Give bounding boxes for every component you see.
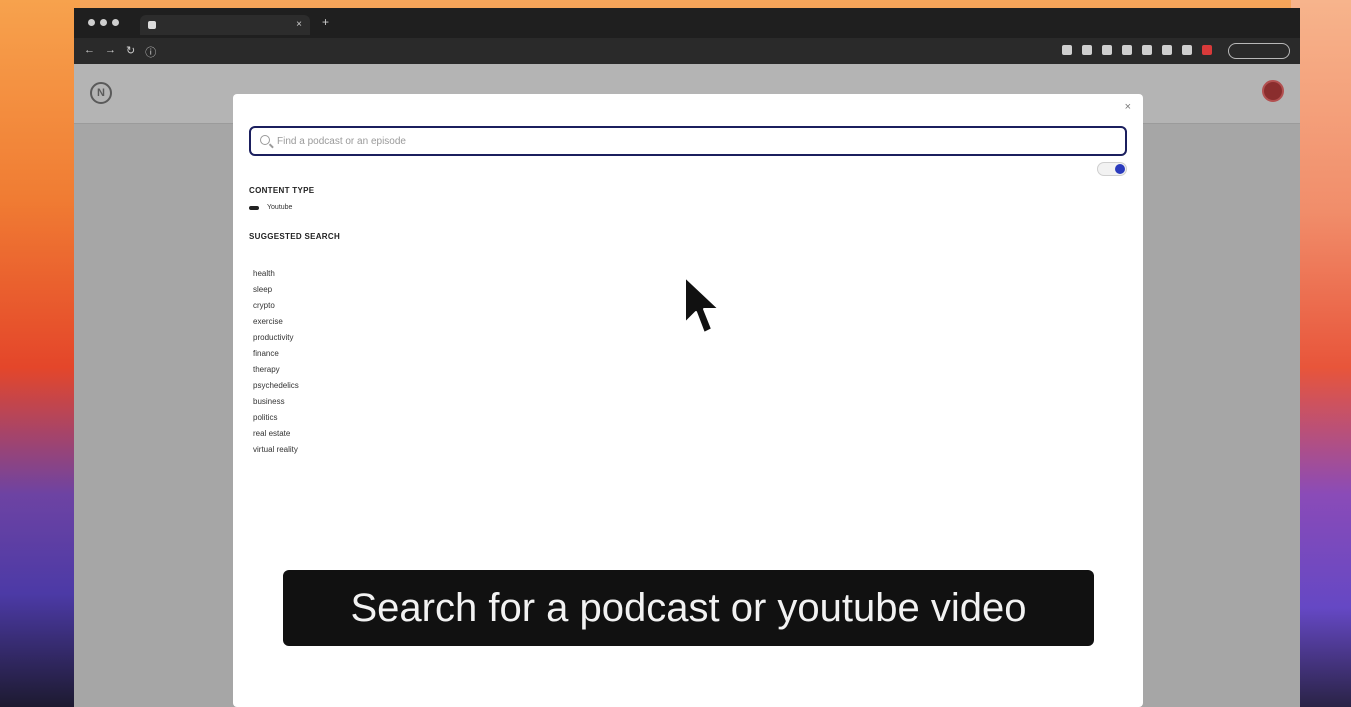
- extension-icon[interactable]: [1182, 45, 1192, 55]
- avatar[interactable]: [1262, 80, 1284, 102]
- window-controls: [88, 19, 119, 26]
- forward-arrow-icon[interactable]: →: [105, 44, 116, 60]
- list-item[interactable]: productivity: [253, 330, 299, 346]
- content-type-chip-selected[interactable]: [249, 205, 259, 210]
- mouse-cursor-icon: [684, 276, 720, 334]
- close-window-icon[interactable]: [88, 19, 95, 26]
- list-item[interactable]: politics: [253, 410, 299, 426]
- list-item[interactable]: health: [253, 266, 299, 282]
- back-arrow-icon[interactable]: ←: [84, 44, 95, 60]
- list-item[interactable]: sleep: [253, 282, 299, 298]
- library-toggle[interactable]: [1097, 162, 1127, 176]
- list-item[interactable]: therapy: [253, 362, 299, 378]
- suggested-search-heading: SUGGESTED SEARCH: [249, 232, 341, 241]
- content-type-heading: CONTENT TYPE: [249, 186, 315, 195]
- browser-update-button[interactable]: [1228, 43, 1290, 59]
- search-box[interactable]: [249, 126, 1127, 156]
- browser-tab[interactable]: ×: [140, 15, 310, 35]
- extension-icon[interactable]: [1162, 45, 1172, 55]
- extension-icon[interactable]: [1062, 45, 1072, 55]
- extension-icon[interactable]: [1082, 45, 1092, 55]
- list-item[interactable]: virtual reality: [253, 442, 299, 458]
- list-item[interactable]: crypto: [253, 298, 299, 314]
- toggle-row: [1089, 162, 1127, 176]
- video-caption: Search for a podcast or youtube video: [283, 570, 1094, 646]
- wallpaper-left-band: [0, 0, 80, 707]
- suggested-search-list: health sleep crypto exercise productivit…: [253, 266, 299, 458]
- toggle-knob: [1115, 164, 1125, 174]
- site-info-icon[interactable]: ⓘ: [145, 44, 156, 60]
- extension-red-icon[interactable]: [1202, 45, 1212, 55]
- favicon-icon: [148, 21, 156, 29]
- extension-icon[interactable]: [1142, 45, 1152, 55]
- wallpaper-right-band: [1291, 0, 1351, 707]
- new-tab-icon[interactable]: +: [322, 15, 329, 29]
- extension-icon[interactable]: [1102, 45, 1112, 55]
- browser-tab-bar: × +: [74, 8, 1300, 38]
- extensions-toolbar: [1062, 45, 1212, 55]
- list-item[interactable]: real estate: [253, 426, 299, 442]
- extension-icon[interactable]: [1122, 45, 1132, 55]
- maximize-window-icon[interactable]: [112, 19, 119, 26]
- browser-address-bar: ← → ↻ ⓘ: [74, 38, 1300, 64]
- content-type-options: Youtube: [249, 202, 294, 213]
- minimize-window-icon[interactable]: [100, 19, 107, 26]
- reload-icon[interactable]: ↻: [126, 44, 135, 60]
- browser-nav: ← → ↻ ⓘ: [84, 44, 156, 60]
- list-item[interactable]: business: [253, 394, 299, 410]
- list-item[interactable]: exercise: [253, 314, 299, 330]
- list-item[interactable]: finance: [253, 346, 299, 362]
- search-icon: [260, 135, 270, 145]
- app-logo[interactable]: N: [90, 82, 112, 104]
- close-icon[interactable]: ×: [1125, 101, 1131, 113]
- list-item[interactable]: psychedelics: [253, 378, 299, 394]
- search-input[interactable]: [277, 132, 1117, 150]
- content-type-chip-youtube[interactable]: Youtube: [265, 202, 294, 213]
- tab-close-icon[interactable]: ×: [296, 15, 302, 35]
